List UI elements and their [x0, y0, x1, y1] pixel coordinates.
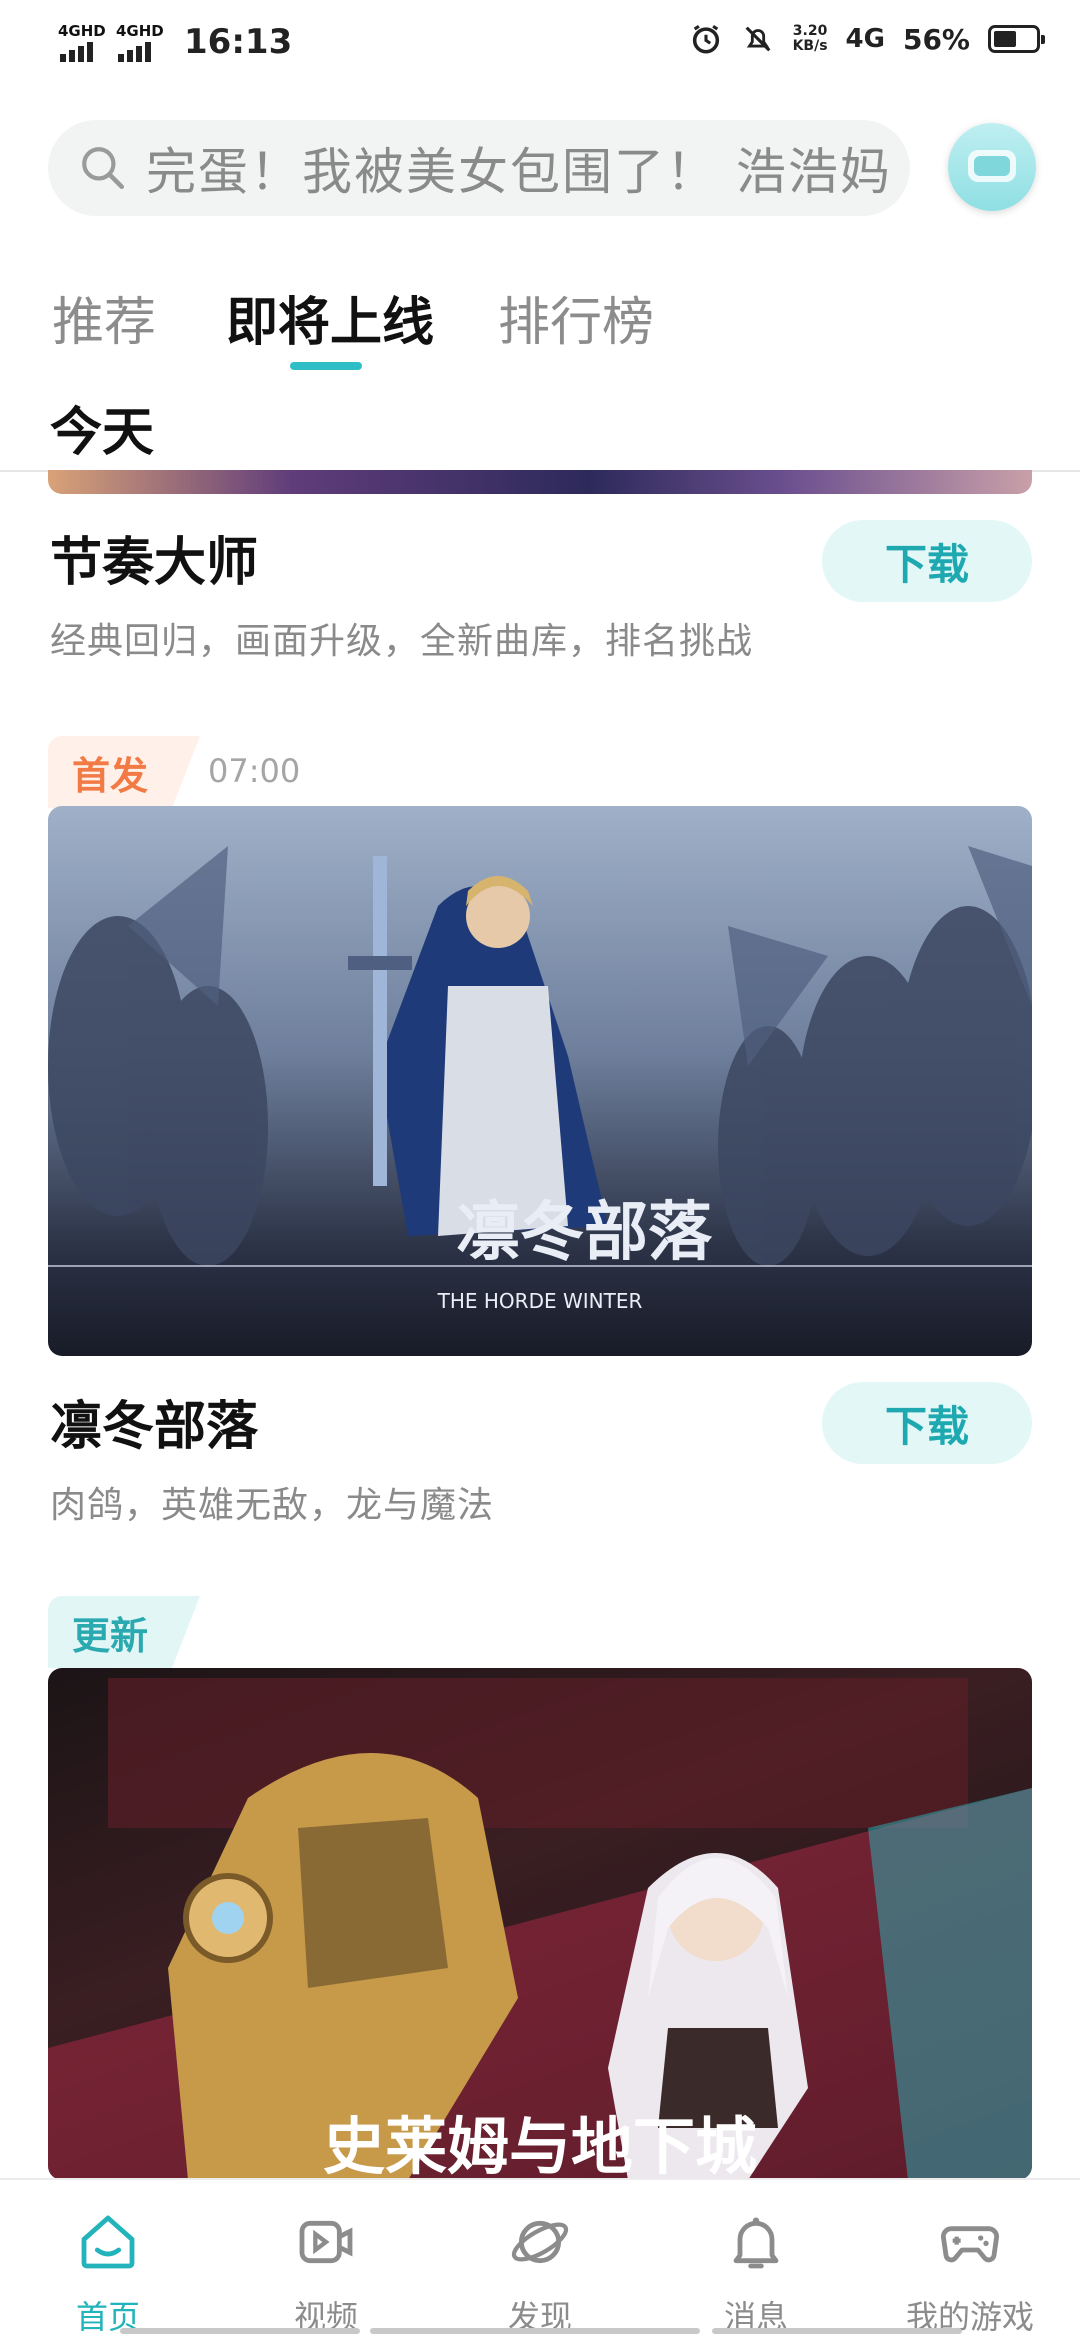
tab-indicator [290, 362, 362, 370]
first-release-tag: 首发 [48, 736, 201, 808]
game-banner[interactable]: 凛冬部落 THE HORDE WINTER [48, 806, 1032, 1356]
search-input[interactable]: 完蛋！我被美女包围了！ 浩浩妈 [146, 132, 906, 204]
nav-home[interactable]: 首页 [28, 2210, 188, 2338]
bottom-nav: 首页 视频 发现 消息 我的游戏 [0, 2178, 1080, 2342]
banner-logo: 凛冬部落 [456, 1195, 713, 1270]
home-icon [81, 2215, 135, 2269]
game-banner[interactable]: 史莱姆与地下城 [48, 1668, 1032, 2180]
banner-art: 史莱姆与地下城 [48, 1678, 1032, 2180]
signal-icon: 4GHD [58, 22, 106, 62]
mute-icon [745, 26, 770, 52]
network-type: 4G [845, 24, 885, 54]
signal-label-2: 4GHD [116, 22, 164, 40]
banner-subtitle: THE HORDE WINTER [437, 1289, 643, 1313]
battery-icon [988, 25, 1045, 53]
download-button[interactable]: 下载 [822, 520, 1032, 602]
speed-unit: KB/s [792, 38, 828, 54]
home-indicator [120, 2328, 360, 2334]
tab-upcoming[interactable]: 即将上线 [226, 280, 434, 355]
search-icon [82, 147, 125, 190]
nav-my-games[interactable]: 我的游戏 [890, 2210, 1050, 2338]
game-description: 经典回归，画面升级，全新曲库，排名挑战 [50, 621, 754, 662]
game-title[interactable]: 节奏大师 [50, 520, 258, 595]
speed-value: 3.20 [792, 23, 828, 39]
game-description: 肉鸽，英雄无敌，龙与魔法 [50, 1485, 495, 1526]
battery-percent: 56% [902, 22, 970, 56]
tab-recommend[interactable]: 推荐 [52, 280, 156, 355]
gamepad-icon [940, 2226, 1000, 2263]
gamepad-avatar-icon [968, 150, 1016, 182]
banner-art: 凛冬部落 THE HORDE WINTER [48, 846, 1032, 1313]
signal-label: 4GHD [58, 22, 106, 40]
video-icon [299, 2220, 353, 2264]
tab-ranking[interactable]: 排行榜 [498, 280, 654, 355]
home-indicator [712, 2328, 962, 2334]
release-time: 07:00 [208, 752, 301, 790]
status-bar: 4GHD 4GHD 16:13 3.20 KB/s 4G 56% [0, 0, 1080, 84]
bell-icon [733, 2217, 779, 2269]
network-speed: 3.20 KB/s [793, 24, 828, 54]
nav-video[interactable]: 视频 [246, 2210, 406, 2338]
game-center-icon[interactable] [948, 123, 1036, 211]
discover-icon [511, 2220, 569, 2264]
signal-icon-2: 4GHD [116, 22, 164, 62]
alarm-icon [692, 24, 719, 54]
search-bar[interactable]: 完蛋！我被美女包围了！ 浩浩妈 [48, 120, 910, 216]
game-banner-partial[interactable] [48, 470, 1032, 494]
nav-discover[interactable]: 发现 [460, 2210, 620, 2338]
nav-messages[interactable]: 消息 [676, 2210, 836, 2338]
banner-logo: 史莱姆与地下城 [323, 2110, 757, 2180]
clock: 16:13 [184, 22, 293, 62]
update-tag: 更新 [48, 1596, 201, 1668]
home-indicator [370, 2328, 700, 2334]
game-title[interactable]: 凛冬部落 [50, 1384, 258, 1459]
section-header-today: 今天 [50, 403, 155, 463]
download-button[interactable]: 下载 [822, 1382, 1032, 1464]
